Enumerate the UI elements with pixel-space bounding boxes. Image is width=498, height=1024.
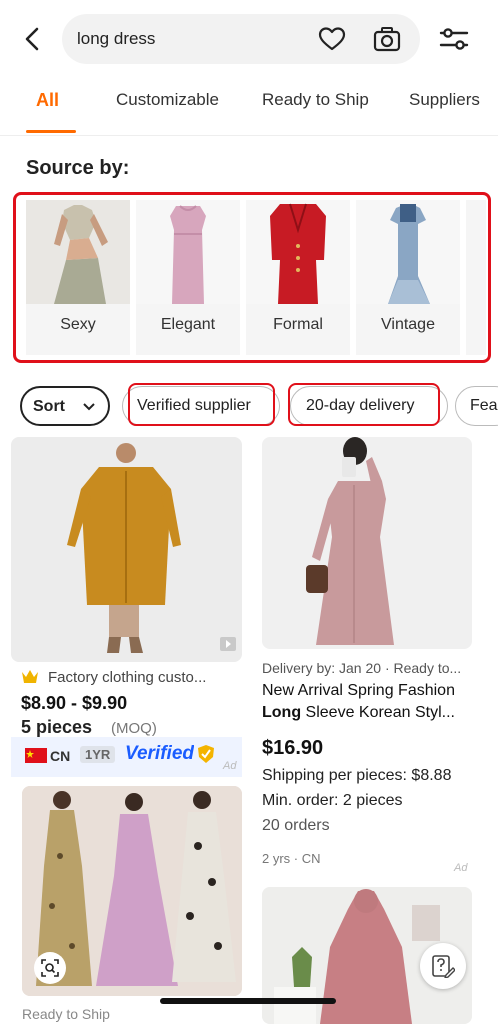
price-range: $8.90 - $9.90 <box>21 693 128 713</box>
verified-shield-icon <box>198 745 214 763</box>
feedback-icon <box>432 955 455 978</box>
product-price: $16.90 <box>262 737 324 759</box>
source-by-heading: Source by: <box>26 157 130 179</box>
source-by-highlight-box <box>13 192 491 363</box>
product-image <box>22 786 242 996</box>
delivery-highlight <box>288 383 440 426</box>
active-tab-indicator <box>26 130 76 133</box>
sort-label: Sort <box>33 398 65 415</box>
image-search-icon <box>41 959 59 977</box>
supplier-origin: 2 yrs · CN <box>262 851 321 866</box>
crown-icon <box>22 670 38 683</box>
moq-label: (MOQ) <box>111 720 157 737</box>
chevron-down-icon <box>83 403 95 411</box>
china-flag-icon <box>25 748 47 763</box>
store-line: Factory clothing custo... <box>48 669 207 686</box>
moq-value: 5 pieces <box>21 717 93 737</box>
tab-ready-to-ship[interactable]: Ready to Ship <box>262 90 369 110</box>
camera-search-icon[interactable] <box>373 25 401 53</box>
mustard-shirt-dress-image <box>67 443 181 653</box>
ready-to-ship-badge: Ready to Ship <box>22 1006 110 1022</box>
search-bar[interactable]: long dress <box>62 14 420 64</box>
shipping-cost: Shipping per pieces: $8.88 <box>262 767 452 784</box>
verified-badge: Verified <box>125 743 194 764</box>
order-count: 20 orders <box>262 817 330 834</box>
search-query[interactable]: long dress <box>77 29 155 49</box>
sort-button[interactable]: Sort <box>20 386 110 426</box>
chip-label: Fea <box>470 397 498 414</box>
heart-icon[interactable] <box>318 26 346 52</box>
ad-label: Ad <box>223 760 237 772</box>
verified-supplier-highlight <box>128 383 275 426</box>
tab-all[interactable]: All <box>36 90 59 111</box>
product-title-line2: Long Sleeve Korean Styl... <box>262 704 455 721</box>
tab-suppliers[interactable]: Suppliers <box>409 90 480 110</box>
tab-customizable[interactable]: Customizable <box>116 90 219 110</box>
pink-long-dress-image <box>306 437 394 645</box>
product-image <box>11 437 242 662</box>
image-search-button[interactable] <box>34 952 66 984</box>
tab-bar: All Customizable Ready to Ship Suppliers <box>0 78 498 136</box>
product-card[interactable]: Delivery by: Jan 20 · Ready to... New Ar… <box>262 437 472 877</box>
product-image <box>262 437 472 649</box>
search-results-page: long dress All Customizable Ready to Shi… <box>0 0 498 1024</box>
top-bar: long dress <box>0 0 498 78</box>
feedback-button[interactable] <box>420 943 466 989</box>
product-card[interactable]: Factory clothing custo... $8.90 - $9.90 … <box>11 437 242 777</box>
country-code: CN <box>50 748 71 764</box>
product-title-line1: New Arrival Spring Fashion <box>262 682 455 699</box>
years-badge: 1YR <box>80 746 116 763</box>
product-card[interactable]: Ready to Ship <box>11 786 242 1024</box>
ad-label: Ad <box>454 862 468 874</box>
features-filter[interactable]: Fea <box>455 386 498 426</box>
video-play-icon <box>220 637 236 651</box>
min-order: Min. order: 2 pieces <box>262 792 403 809</box>
home-indicator <box>160 998 336 1004</box>
filter-sliders-icon[interactable] <box>438 24 470 54</box>
back-arrow-icon[interactable] <box>18 24 46 54</box>
delivery-info: Delivery by: Jan 20 · Ready to... <box>262 660 462 676</box>
